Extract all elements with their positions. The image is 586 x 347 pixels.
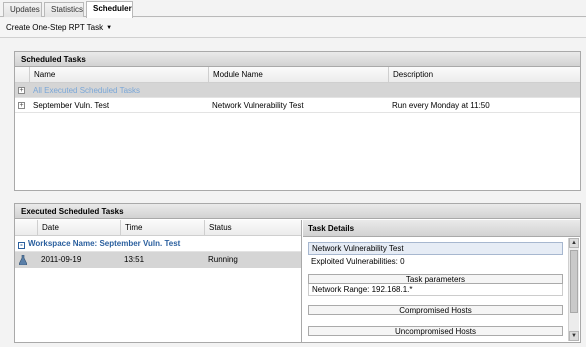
- group-row-all-executed[interactable]: + All Executed Scheduled Tasks: [15, 83, 580, 98]
- uncompromised-hosts-header[interactable]: Uncompromised Hosts: [308, 326, 563, 336]
- tab-strip: Updates Statistics Scheduler: [0, 0, 586, 18]
- executed-tasks-panel: Executed Scheduled Tasks Date Time Statu…: [14, 203, 581, 343]
- exec-time: 13:51: [124, 255, 145, 264]
- executed-tasks-title: Executed Scheduled Tasks: [15, 204, 580, 219]
- network-range: Network Range: 192.168.1.*: [308, 284, 563, 296]
- tab-scheduler[interactable]: Scheduler: [86, 1, 133, 18]
- table-row[interactable]: 2011-09-19 13:51 Running: [15, 252, 301, 268]
- task-details-body: Network Vulnerability Test Exploited Vul…: [308, 242, 563, 336]
- column-header-description[interactable]: Description: [388, 67, 568, 83]
- workspace-name: Workspace Name: September Vuln. Test: [28, 239, 181, 248]
- scheduled-tasks-title: Scheduled Tasks: [15, 52, 580, 67]
- column-header-name[interactable]: Name: [29, 67, 208, 83]
- details-scrollbar[interactable]: ▲ ▼: [568, 238, 579, 341]
- compromised-hosts-header[interactable]: Compromised Hosts: [308, 305, 563, 315]
- detail-module-name: Network Vulnerability Test: [308, 242, 563, 255]
- plus-box-icon[interactable]: +: [18, 102, 25, 109]
- executed-tasks-list: Date Time Status - Workspace Name: Septem…: [15, 220, 302, 342]
- tab-statistics[interactable]: Statistics: [44, 2, 84, 17]
- plus-box-icon[interactable]: +: [18, 87, 25, 94]
- scroll-thumb[interactable]: [570, 250, 578, 313]
- group-row-label: All Executed Scheduled Tasks: [33, 86, 141, 95]
- minus-box-icon[interactable]: -: [18, 241, 25, 249]
- task-name: September Vuln. Test: [33, 101, 110, 110]
- scheduled-tasks-header: Name Module Name Description: [15, 67, 580, 83]
- create-rpt-task-label: Create One-Step RPT Task: [6, 23, 104, 32]
- exec-date: 2011-09-19: [41, 255, 82, 264]
- workspace-group-row[interactable]: - Workspace Name: September Vuln. Test: [15, 236, 301, 252]
- exec-status: Running: [208, 255, 238, 264]
- create-rpt-task-menu[interactable]: Create One-Step RPT Task ▼: [6, 23, 112, 32]
- task-details-pane: Task Details Network Vulnerability Test …: [303, 220, 580, 342]
- column-header-module-name[interactable]: Module Name: [208, 67, 388, 83]
- caret-down-icon: ▼: [106, 25, 113, 31]
- scheduled-tasks-panel: Scheduled Tasks Name Module Name Descrip…: [14, 51, 581, 191]
- column-header-date[interactable]: Date: [37, 220, 120, 236]
- scroll-down-icon[interactable]: ▼: [569, 331, 579, 341]
- toolbar: Create One-Step RPT Task ▼: [0, 18, 586, 38]
- task-module: Network Vulnerability Test: [212, 101, 304, 110]
- column-header-time[interactable]: Time: [120, 220, 204, 236]
- task-description: Run every Monday at 11:50: [392, 101, 490, 110]
- scroll-up-icon[interactable]: ▲: [569, 238, 579, 248]
- detail-exploited: Exploited Vulnerabilities: 0: [311, 257, 405, 266]
- column-header-status[interactable]: Status: [204, 220, 301, 236]
- tab-updates[interactable]: Updates: [3, 2, 42, 17]
- flask-icon: [19, 255, 27, 265]
- executed-tasks-header: Date Time Status: [15, 220, 301, 236]
- table-row[interactable]: + September Vuln. Test Network Vulnerabi…: [15, 98, 580, 113]
- task-details-title: Task Details: [303, 220, 580, 237]
- task-parameters-header[interactable]: Task parameters: [308, 274, 563, 284]
